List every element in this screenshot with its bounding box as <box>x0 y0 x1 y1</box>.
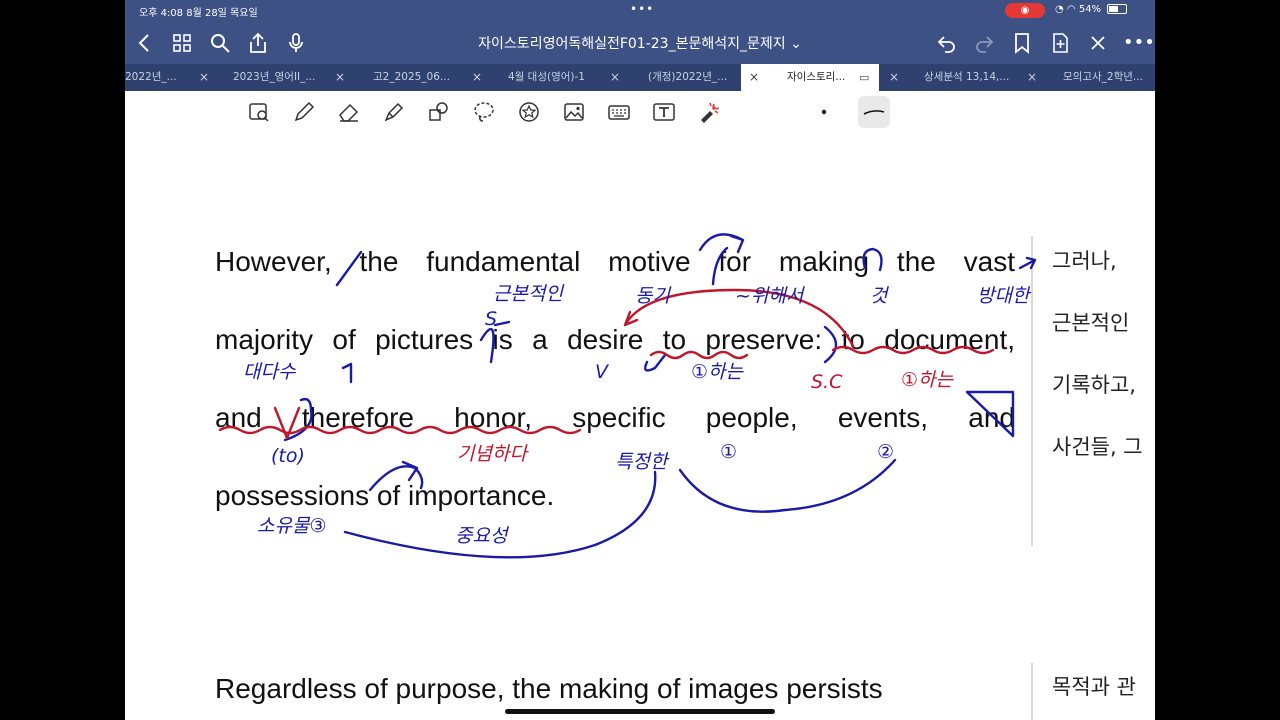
back-icon[interactable] <box>133 31 157 55</box>
passage-line-5: Regardless of purpose, the making of ima… <box>215 673 883 704</box>
search-icon[interactable] <box>208 31 232 55</box>
status-bar: 오후 4:08 8월 28일 목요일 ••• ◉ ◔ ◠ 54% <box>125 0 1155 22</box>
tab-close-icon[interactable]: × <box>749 64 759 91</box>
annotation-toolbar <box>125 91 1155 134</box>
translation-line-5: 목적과 관 <box>1052 675 1136 699</box>
passage-line-2: majority of pictures is a desire to pres… <box>215 324 1015 355</box>
eraser-icon[interactable] <box>336 99 362 125</box>
add-page-icon[interactable] <box>1048 31 1072 55</box>
home-indicator[interactable] <box>505 709 775 714</box>
laser-pointer-icon[interactable] <box>696 99 722 125</box>
translation-line-2: 근본적인 <box>1052 311 1130 335</box>
tab-4[interactable]: × (개정)2022년_... <box>610 64 740 91</box>
tab-close-icon[interactable]: × <box>472 64 482 91</box>
passage-line-3: and therefore honor, specific people, ev… <box>215 402 1015 433</box>
column-divider <box>1031 663 1033 720</box>
translation-line-1: 그러나, <box>1052 249 1117 273</box>
undo-icon[interactable] <box>935 31 959 55</box>
wifi-icon: ◔ ◠ <box>1055 4 1076 15</box>
battery-icon <box>1107 4 1128 14</box>
sticker-icon[interactable] <box>516 99 542 125</box>
passage-line-4: possessions of importance. <box>215 480 555 511</box>
translation-line-4: 사건들, 그 <box>1052 435 1143 459</box>
mic-icon[interactable] <box>284 31 308 55</box>
tab-3[interactable]: × 4월 대성(영어)-1 <box>470 64 610 91</box>
shapes-icon[interactable] <box>426 99 452 125</box>
pdf-page[interactable]: However, the fundamental motive for maki… <box>125 133 1155 720</box>
tab-5-active[interactable]: × 자이스토리... ▭ <box>741 64 879 91</box>
tab-7[interactable]: × 모의고사_2학년... <box>1019 64 1155 91</box>
document-title[interactable]: 자이스토리영어독해실전F01-23_본문해석지_문제지 ⌄ <box>475 33 805 53</box>
ipad-screen: 오후 4:08 8월 28일 목요일 ••• ◉ ◔ ◠ 54% 자이스토리영어… <box>125 0 1155 720</box>
keyboard-icon[interactable] <box>606 99 632 125</box>
tab-close-icon[interactable]: × <box>889 64 899 91</box>
lasso-zoom-icon[interactable] <box>246 99 272 125</box>
pen-icon[interactable] <box>291 99 317 125</box>
split-view-icon[interactable]: ▭ <box>859 64 869 91</box>
tab-6[interactable]: × 상세분석 13,14,... <box>879 64 1019 91</box>
translation-line-3: 기록하고, <box>1052 373 1136 397</box>
image-icon[interactable] <box>561 99 587 125</box>
status-time: 오후 4:08 8월 28일 목요일 <box>139 8 258 19</box>
grid-icon[interactable] <box>170 31 194 55</box>
tab-close-icon[interactable]: × <box>610 64 620 91</box>
lasso-icon[interactable] <box>471 99 497 125</box>
highlighter-icon[interactable] <box>381 99 407 125</box>
pen-size-dot[interactable] <box>811 99 837 125</box>
tab-close-icon[interactable]: × <box>199 64 209 91</box>
passage-line-1: However, the fundamental motive for maki… <box>215 246 1015 277</box>
text-icon[interactable] <box>651 99 677 125</box>
share-icon[interactable] <box>246 31 270 55</box>
column-divider <box>1031 236 1033 546</box>
tab-1[interactable]: × 2023년_영어II_... <box>195 64 335 91</box>
bookmark-icon[interactable] <box>1010 31 1034 55</box>
tab-bar: 2022년_...× ×2023년_영어II_... ×고2_2025_06..… <box>125 64 1155 91</box>
nav-bar: 자이스토리영어독해실전F01-23_본문해석지_문제지 ⌄ ••• <box>125 22 1155 64</box>
more-icon[interactable]: ••• <box>1123 31 1155 55</box>
tab-2[interactable]: × 고2_2025_06... <box>335 64 475 91</box>
tab-close-icon[interactable]: × <box>335 64 345 91</box>
tab-close-icon[interactable]: × <box>1027 64 1037 91</box>
battery-percent: 54% <box>1078 4 1102 15</box>
multitask-dots[interactable]: ••• <box>630 2 654 16</box>
redo-icon[interactable] <box>972 31 996 55</box>
close-icon[interactable] <box>1086 31 1110 55</box>
status-right: ◔ ◠ 54% <box>1055 4 1128 15</box>
tab-0[interactable]: 2022년_...× <box>125 64 195 91</box>
record-indicator-icon: ◉ <box>1005 3 1045 18</box>
pen-stroke-style-selected[interactable] <box>858 96 890 128</box>
